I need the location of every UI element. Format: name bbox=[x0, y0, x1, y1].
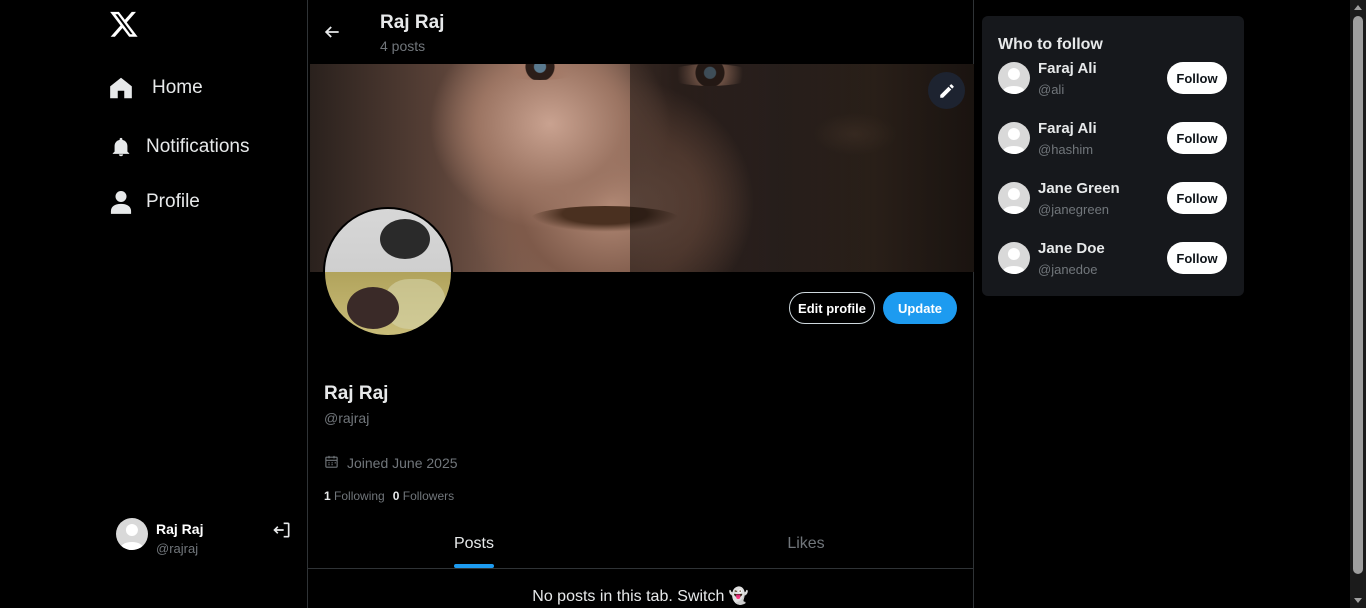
user-name: Jane Doe bbox=[1038, 240, 1105, 257]
x-logo-icon[interactable] bbox=[109, 9, 139, 39]
avatar bbox=[998, 182, 1030, 214]
app-root: Home Notifications Profile Raj Raj @rajr… bbox=[0, 0, 1366, 608]
follow-stats: 1 Following 0 Followers bbox=[324, 489, 454, 503]
page-scrollbar[interactable] bbox=[1350, 0, 1366, 608]
arrow-left-icon[interactable] bbox=[322, 22, 342, 42]
calendar-icon bbox=[324, 454, 339, 472]
scroll-down-icon[interactable] bbox=[1354, 598, 1362, 603]
empty-state-message: No posts in this tab. Switch 👻 bbox=[532, 588, 749, 605]
account-name: Raj Raj bbox=[156, 521, 204, 537]
home-icon bbox=[108, 75, 134, 101]
who-to-follow-panel: Who to follow Faraj Ali @ali Follow Fara… bbox=[982, 16, 1244, 296]
user-handle: @janegreen bbox=[1038, 202, 1110, 217]
list-item[interactable]: Faraj Ali @hashim Follow bbox=[998, 120, 1228, 164]
sidebar-item-notifications[interactable]: Notifications bbox=[108, 134, 250, 160]
edit-profile-button[interactable]: Edit profile bbox=[789, 292, 875, 324]
follow-button[interactable]: Follow bbox=[1167, 62, 1227, 94]
profile-name: Raj Raj bbox=[324, 383, 389, 404]
avatar bbox=[116, 518, 148, 550]
tab-likes[interactable]: Likes bbox=[640, 520, 972, 568]
user-handle: @janedoe bbox=[1038, 262, 1098, 277]
list-item[interactable]: Jane Green @janegreen Follow bbox=[998, 180, 1228, 224]
profile-avatar bbox=[323, 207, 453, 337]
user-handle: @hashim bbox=[1038, 142, 1094, 157]
sidebar-item-profile[interactable]: Profile bbox=[108, 189, 200, 215]
user-handle: @ali bbox=[1038, 82, 1065, 97]
following-link[interactable]: 1 Following bbox=[324, 489, 385, 503]
person-icon bbox=[108, 189, 134, 215]
user-name: Jane Green bbox=[1038, 180, 1120, 197]
profile-handle: @rajraj bbox=[324, 410, 370, 426]
profile-tabs: Posts Likes bbox=[308, 520, 973, 569]
joined-date: Joined June 2025 bbox=[324, 454, 458, 472]
logout-icon[interactable] bbox=[272, 520, 292, 540]
sidebar-item-home[interactable]: Home bbox=[108, 75, 203, 101]
left-sidebar: Home Notifications Profile Raj Raj @rajr… bbox=[0, 0, 307, 608]
avatar bbox=[998, 242, 1030, 274]
pencil-icon[interactable] bbox=[928, 72, 965, 109]
follow-button[interactable]: Follow bbox=[1167, 242, 1227, 274]
who-to-follow-title: Who to follow bbox=[998, 36, 1103, 53]
avatar bbox=[998, 122, 1030, 154]
active-tab-indicator bbox=[454, 564, 494, 568]
scroll-up-icon[interactable] bbox=[1354, 5, 1362, 10]
tab-posts[interactable]: Posts bbox=[308, 520, 640, 568]
avatar bbox=[998, 62, 1030, 94]
scrollbar-thumb[interactable] bbox=[1353, 16, 1363, 574]
followers-link[interactable]: 0 Followers bbox=[393, 489, 454, 503]
list-item[interactable]: Faraj Ali @ali Follow bbox=[998, 60, 1228, 104]
account-switcher[interactable]: Raj Raj @rajraj bbox=[116, 518, 294, 558]
account-handle: @rajraj bbox=[156, 541, 199, 556]
bell-icon bbox=[108, 134, 134, 160]
follow-button[interactable]: Follow bbox=[1167, 122, 1227, 154]
joined-text: Joined June 2025 bbox=[347, 455, 458, 471]
header-name: Raj Raj bbox=[380, 12, 445, 33]
sidebar-item-label: Notifications bbox=[146, 136, 250, 157]
follow-button[interactable]: Follow bbox=[1167, 182, 1227, 214]
sidebar-item-label: Home bbox=[152, 77, 203, 98]
list-item[interactable]: Jane Doe @janedoe Follow bbox=[998, 240, 1228, 284]
user-name: Faraj Ali bbox=[1038, 60, 1097, 77]
user-name: Faraj Ali bbox=[1038, 120, 1097, 137]
header-post-count: 4 posts bbox=[380, 38, 426, 54]
update-button[interactable]: Update bbox=[883, 292, 957, 324]
sidebar-item-label: Profile bbox=[146, 191, 200, 212]
